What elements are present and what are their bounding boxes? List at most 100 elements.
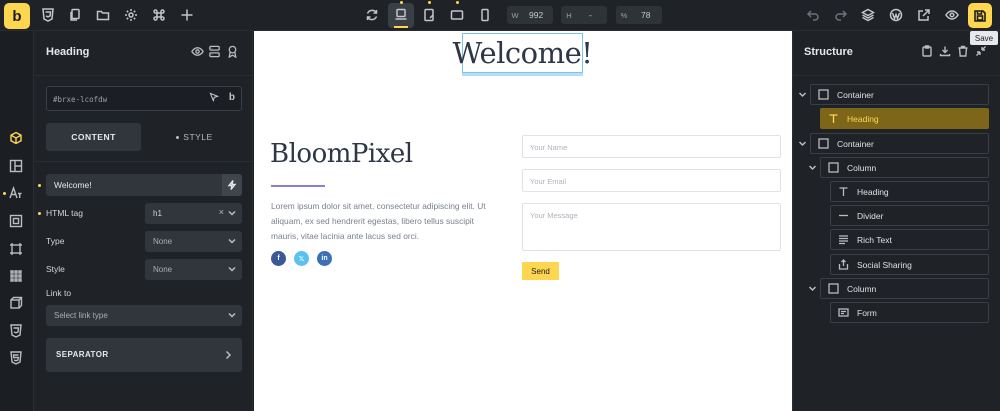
- x-twitter-icon[interactable]: 𝕏: [294, 251, 309, 266]
- spacing-icon[interactable]: [9, 214, 23, 228]
- command-icon[interactable]: [151, 7, 167, 23]
- undo-icon[interactable]: [805, 7, 821, 23]
- structure-node-container[interactable]: Container: [810, 133, 989, 154]
- eye-icon[interactable]: [191, 45, 204, 58]
- send-button[interactable]: Send: [522, 262, 559, 280]
- external-link-icon[interactable]: [916, 7, 932, 23]
- selected-heading[interactable]: Welcome!: [453, 33, 593, 73]
- trash-icon[interactable]: [957, 45, 969, 57]
- pages-icon[interactable]: [67, 7, 83, 23]
- structure-node-heading-active[interactable]: Heading: [820, 108, 989, 129]
- clipboard-icon[interactable]: [921, 45, 933, 57]
- caret-down-icon[interactable]: [798, 90, 807, 99]
- grid-icon[interactable]: [9, 269, 23, 283]
- top-toolbar: b W 992 H - % 78: [0, 0, 1000, 31]
- email-input[interactable]: Your Email: [522, 169, 781, 192]
- node-label: Container: [837, 138, 874, 149]
- share-icon: [837, 259, 849, 271]
- structure-title: Structure: [804, 46, 853, 58]
- structure-node-divider[interactable]: Divider: [830, 205, 989, 226]
- tab-style[interactable]: STYLE: [147, 123, 242, 151]
- element-id-field[interactable]: #brxe-lcofdw b: [46, 86, 242, 111]
- type-select[interactable]: None: [145, 231, 242, 252]
- style-select[interactable]: None: [145, 259, 242, 280]
- name-input[interactable]: Your Name: [522, 135, 781, 158]
- html-tag-modified-dot: [38, 212, 41, 215]
- html-tag-value: h1: [153, 209, 162, 218]
- layers-icon[interactable]: [860, 7, 876, 23]
- height-input[interactable]: H -: [561, 6, 607, 24]
- facebook-icon[interactable]: f: [271, 251, 286, 266]
- caret-down-icon[interactable]: [808, 163, 817, 172]
- width-input[interactable]: W 992: [507, 6, 553, 24]
- html-tag-select[interactable]: h1 ×: [145, 203, 242, 224]
- zoom-value: 78: [641, 10, 651, 20]
- bricks-icon[interactable]: b: [229, 92, 235, 105]
- chevron-down-icon: [228, 209, 236, 217]
- save-tooltip: Save: [970, 31, 998, 45]
- structure-panel: Structure Container Heading Container Co…: [792, 31, 1000, 411]
- wordpress-icon[interactable]: [888, 7, 904, 23]
- award-icon[interactable]: [226, 45, 239, 59]
- node-label: Divider: [857, 210, 884, 221]
- rich-text[interactable]: Lorem ipsum dolor sit amet, consectetur …: [271, 199, 503, 244]
- tab-content[interactable]: CONTENT: [46, 123, 141, 151]
- mobile-icon[interactable]: [477, 7, 493, 23]
- css-icon[interactable]: [9, 324, 23, 338]
- linkedin-icon[interactable]: in: [317, 251, 332, 266]
- database-icon[interactable]: [208, 45, 221, 58]
- chevron-down-icon: [228, 265, 236, 273]
- cursor-icon[interactable]: [209, 92, 220, 105]
- message-textarea[interactable]: Your Message: [522, 203, 781, 251]
- box-3d-icon[interactable]: [9, 296, 23, 310]
- css3-icon[interactable]: [40, 7, 56, 23]
- bolt-icon: [227, 180, 237, 190]
- typography-icon[interactable]: [9, 185, 23, 200]
- crop-icon[interactable]: [9, 242, 23, 256]
- structure-node-container[interactable]: Container: [810, 84, 989, 105]
- structure-node-social-sharing[interactable]: Social Sharing: [830, 254, 989, 275]
- cube-icon[interactable]: [9, 131, 23, 145]
- bricks-logo[interactable]: b: [4, 3, 30, 29]
- redo-icon[interactable]: [833, 7, 849, 23]
- gear-icon[interactable]: [123, 7, 139, 23]
- panel-title: Heading: [46, 46, 90, 58]
- tab-style-label: STYLE: [183, 132, 213, 142]
- type-label: Type: [46, 236, 65, 246]
- structure-node-form[interactable]: Form: [830, 302, 989, 323]
- height-label: H: [566, 10, 572, 20]
- caret-down-icon[interactable]: [808, 284, 817, 293]
- structure-node-column[interactable]: Column: [820, 157, 989, 178]
- structure-node-heading[interactable]: Heading: [830, 181, 989, 202]
- brand-divider[interactable]: [271, 185, 325, 187]
- collapse-icon[interactable]: [975, 45, 987, 57]
- divider-icon: [837, 210, 849, 222]
- typography-dot: [3, 192, 6, 195]
- tabs-divider: [34, 161, 253, 162]
- zoom-input[interactable]: % 78: [616, 6, 662, 24]
- save-button[interactable]: [968, 3, 992, 28]
- brand-heading[interactable]: BloomPixel: [270, 139, 413, 169]
- heading-icon: [837, 186, 849, 198]
- tablet-landscape-icon[interactable]: [421, 7, 437, 23]
- folder-icon[interactable]: [95, 7, 111, 23]
- plus-icon[interactable]: [179, 7, 195, 23]
- tablet-landscape-dot: [428, 1, 431, 4]
- caret-down-icon[interactable]: [798, 139, 807, 148]
- node-label: Container: [837, 89, 874, 100]
- dynamic-data-button[interactable]: [222, 174, 242, 196]
- link-type-select[interactable]: Select link type: [46, 305, 242, 326]
- eye-icon[interactable]: [944, 7, 960, 23]
- heading-text-input[interactable]: Welcome!: [46, 174, 242, 196]
- html5-icon[interactable]: [9, 351, 23, 365]
- separator-section[interactable]: SEPARATOR: [46, 338, 242, 372]
- node-label: Rich Text: [857, 234, 892, 245]
- tablet-icon[interactable]: [449, 7, 465, 23]
- layout-icon[interactable]: [9, 159, 23, 173]
- structure-node-richtext[interactable]: Rich Text: [830, 229, 989, 250]
- download-icon[interactable]: [939, 45, 951, 57]
- save-icon: [974, 9, 986, 22]
- refresh-icon[interactable]: [364, 7, 380, 23]
- clear-icon[interactable]: ×: [219, 207, 224, 217]
- structure-node-column[interactable]: Column: [820, 278, 989, 299]
